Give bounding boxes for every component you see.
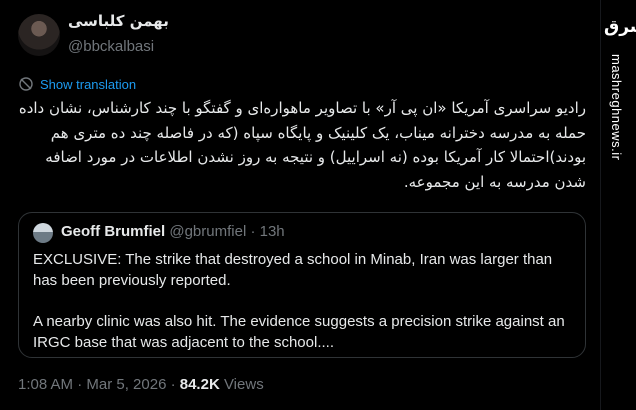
quote-paragraph: A nearby clinic was also hit. The eviden… xyxy=(33,313,565,351)
tweet-meta: 1:08 AM · Mar 5, 2026 · 84.2K Views xyxy=(18,376,264,393)
avatar[interactable] xyxy=(18,14,60,56)
quote-avatar[interactable] xyxy=(33,223,53,243)
quoted-tweet[interactable]: Geoff Brumfiel @gbrumfiel · 13h EXCLUSIV… xyxy=(18,212,586,358)
quote-separator: · xyxy=(250,223,256,240)
views-label: Views xyxy=(219,376,264,393)
watermark-sidebar: مشرق mashreghnews.ir xyxy=(600,0,636,410)
tweet-text: رادیو سراسری آمریکا «ان پی آر» با تصاویر… xyxy=(18,99,586,191)
author-name[interactable]: بهمن کلباسی xyxy=(68,12,228,30)
quote-header: Geoff Brumfiel @gbrumfiel · 13h xyxy=(61,223,285,240)
mashregh-logo: مشرق xyxy=(604,17,636,37)
quote-author-name[interactable]: Geoff Brumfiel xyxy=(61,223,165,240)
author-handle[interactable]: @bbckalbasi xyxy=(68,38,154,55)
tweet-card: بهمن کلباسی @bbckalbasi Show translation… xyxy=(0,0,600,410)
translate-row[interactable]: Show translation xyxy=(18,76,136,92)
quote-author-handle[interactable]: @gbrumfiel xyxy=(169,223,246,240)
timestamp[interactable]: 1:08 AM · Mar 5, 2026 · xyxy=(18,376,180,393)
views-count: 84.2K xyxy=(179,376,220,393)
globe-icon xyxy=(18,76,34,92)
quote-body: EXCLUSIVE: The strike that destroyed a s… xyxy=(33,249,573,353)
quote-time[interactable]: 13h xyxy=(260,223,285,240)
quote-paragraph: EXCLUSIVE: The strike that destroyed a s… xyxy=(33,251,553,289)
show-translation-link[interactable]: Show translation xyxy=(40,77,136,92)
site-url-watermark: mashreghnews.ir xyxy=(609,54,624,161)
